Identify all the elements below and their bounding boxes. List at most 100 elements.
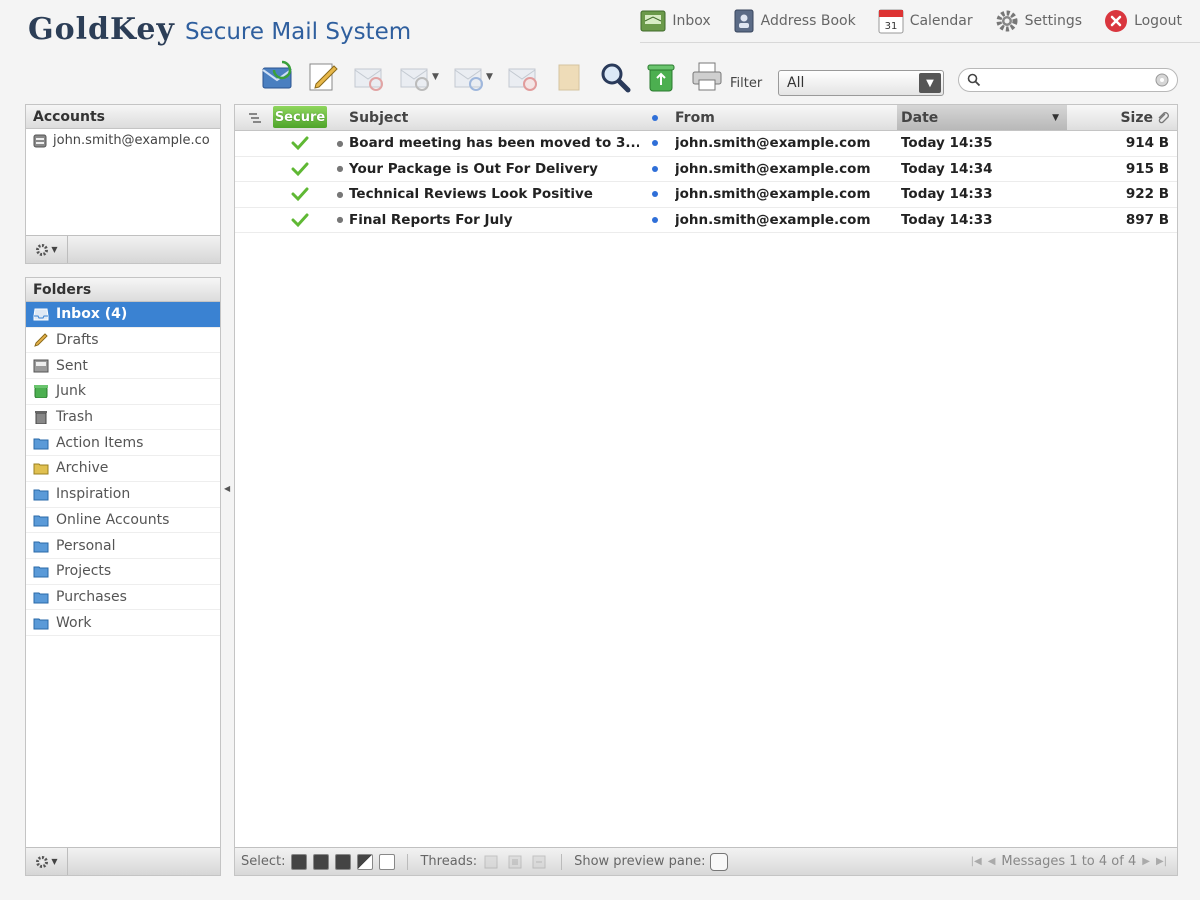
folder-item-archive[interactable]: Archive — [26, 456, 220, 482]
filter-select[interactable]: All ▼ — [778, 70, 944, 96]
folder-item-trash[interactable]: Trash — [26, 405, 220, 431]
search-icon — [967, 73, 981, 87]
folder-item-action-items[interactable]: Action Items — [26, 430, 220, 457]
search-box — [958, 68, 1178, 92]
folder-item-purchases[interactable]: Purchases — [26, 585, 220, 611]
next-page-icon[interactable]: ▶ — [1142, 856, 1150, 867]
expand-unread-threads-icon[interactable] — [507, 854, 525, 870]
column-size[interactable]: Size — [1071, 105, 1175, 130]
nav-inbox-label: Inbox — [672, 13, 711, 29]
select-invert-button[interactable] — [357, 853, 374, 870]
secure-check-icon — [273, 131, 327, 156]
recycle-bin-icon — [644, 60, 678, 94]
message-date: Today 14:33 — [901, 211, 993, 228]
folder-label: Trash — [56, 409, 93, 426]
nav-address-book-label: Address Book — [760, 13, 856, 29]
select-all-button[interactable] — [291, 853, 308, 870]
select-unread-button[interactable] — [335, 853, 352, 870]
nav-inbox[interactable]: Inbox — [640, 9, 711, 33]
message-subject: Technical Reviews Look Positive — [349, 186, 593, 203]
nav-address-book[interactable]: Address Book — [733, 9, 856, 33]
print-button[interactable] — [688, 58, 726, 96]
reply-all-button[interactable] — [396, 58, 434, 96]
table-row[interactable]: ● Technical Reviews Look Positive john.s… — [235, 182, 1177, 208]
unread-dot-icon — [652, 114, 658, 121]
bullet-icon: ● — [336, 164, 344, 174]
forward-button[interactable] — [450, 58, 488, 96]
footer-divider — [407, 853, 409, 870]
inbox-folder-icon — [33, 307, 49, 321]
folder-icon — [33, 564, 49, 578]
table-row[interactable]: ● Final Reports For July john.smith@exam… — [235, 208, 1177, 233]
column-from[interactable]: From — [675, 105, 895, 130]
accounts-settings-button[interactable]: ▼ — [26, 236, 68, 263]
secure-check-icon — [273, 182, 327, 207]
last-page-icon[interactable]: ▶| — [1156, 856, 1167, 867]
archive-icon — [33, 461, 49, 475]
mark-button[interactable] — [550, 58, 588, 96]
folder-item-inbox[interactable]: Inbox (4) — [26, 302, 220, 328]
brand-tagline: Secure Mail System — [184, 19, 412, 45]
delete-button[interactable] — [504, 58, 542, 96]
folder-item-work[interactable]: Work — [26, 610, 220, 636]
account-icon — [33, 134, 47, 148]
get-mail-button[interactable] — [258, 58, 296, 96]
message-size: 922 B — [1125, 186, 1169, 203]
column-unread[interactable] — [649, 105, 661, 130]
panel-resize-handle[interactable]: ◀ — [224, 484, 230, 493]
folder-item-online-accounts[interactable]: Online Accounts — [26, 508, 220, 534]
folder-item-personal[interactable]: Personal — [26, 533, 220, 559]
junk-icon — [33, 384, 49, 399]
unread-dot-icon — [649, 157, 661, 182]
column-subject[interactable]: Subject — [349, 105, 639, 130]
folder-item-drafts[interactable]: Drafts — [26, 328, 220, 354]
nav-logout[interactable]: Logout — [1104, 9, 1182, 33]
column-date[interactable]: Date ▼ — [897, 105, 1067, 130]
search-input[interactable] — [985, 72, 1155, 88]
brand-name: GoldKey — [28, 12, 175, 47]
folder-item-projects[interactable]: Projects — [26, 559, 220, 585]
previous-page-icon[interactable]: ◀ — [988, 856, 996, 867]
message-from: john.smith@example.com — [675, 186, 871, 203]
folder-label: Junk — [56, 383, 86, 400]
folder-icon — [33, 539, 49, 553]
bullet-icon: ● — [336, 215, 344, 225]
threads-column-toggle[interactable] — [241, 105, 269, 130]
clear-search-icon[interactable] — [1155, 73, 1169, 87]
folders-panel: Folders Inbox (4) Drafts Sent Junk Trash… — [25, 277, 221, 876]
expand-threads-icon[interactable] — [483, 854, 501, 870]
preview-pane-checkbox[interactable] — [709, 852, 728, 871]
select-none-button[interactable] — [379, 853, 396, 870]
collapse-threads-icon[interactable] — [531, 854, 549, 870]
column-secure[interactable]: Secure — [273, 106, 327, 128]
address-book-icon — [733, 9, 755, 33]
table-row[interactable]: ● Your Package is Out For Delivery john.… — [235, 157, 1177, 182]
compose-button[interactable] — [304, 58, 342, 96]
calendar-icon: 31 — [878, 8, 904, 34]
gear-icon — [35, 855, 49, 869]
folders-settings-button[interactable]: ▼ — [26, 848, 68, 875]
message-from: john.smith@example.com — [675, 135, 871, 152]
table-row[interactable]: ● Board meeting has been moved to 3... j… — [235, 131, 1177, 157]
account-item[interactable]: john.smith@example.co — [26, 129, 220, 152]
nav-calendar[interactable]: 31 Calendar — [878, 8, 973, 34]
nav-settings[interactable]: Settings — [995, 9, 1082, 33]
folder-item-junk[interactable]: Junk — [26, 379, 220, 405]
nav-logout-label: Logout — [1134, 13, 1182, 29]
select-current-page-button[interactable] — [313, 853, 330, 870]
reply-button[interactable] — [350, 58, 388, 96]
first-page-icon[interactable]: |◀ — [971, 856, 982, 867]
nav-calendar-label: Calendar — [909, 13, 973, 29]
pencil-icon — [33, 333, 49, 347]
junk-button[interactable] — [642, 58, 680, 96]
message-from: john.smith@example.com — [675, 160, 871, 177]
printer-icon — [690, 60, 724, 94]
folders-footer: ▼ — [26, 847, 220, 875]
search-messages-button[interactable] — [596, 58, 634, 96]
message-date: Today 14:35 — [901, 135, 993, 152]
accounts-footer: ▼ — [26, 235, 220, 263]
forward-icon — [452, 60, 486, 94]
folder-icon — [33, 513, 49, 527]
folder-item-sent[interactable]: Sent — [26, 353, 220, 380]
folder-item-inspiration[interactable]: Inspiration — [26, 482, 220, 508]
